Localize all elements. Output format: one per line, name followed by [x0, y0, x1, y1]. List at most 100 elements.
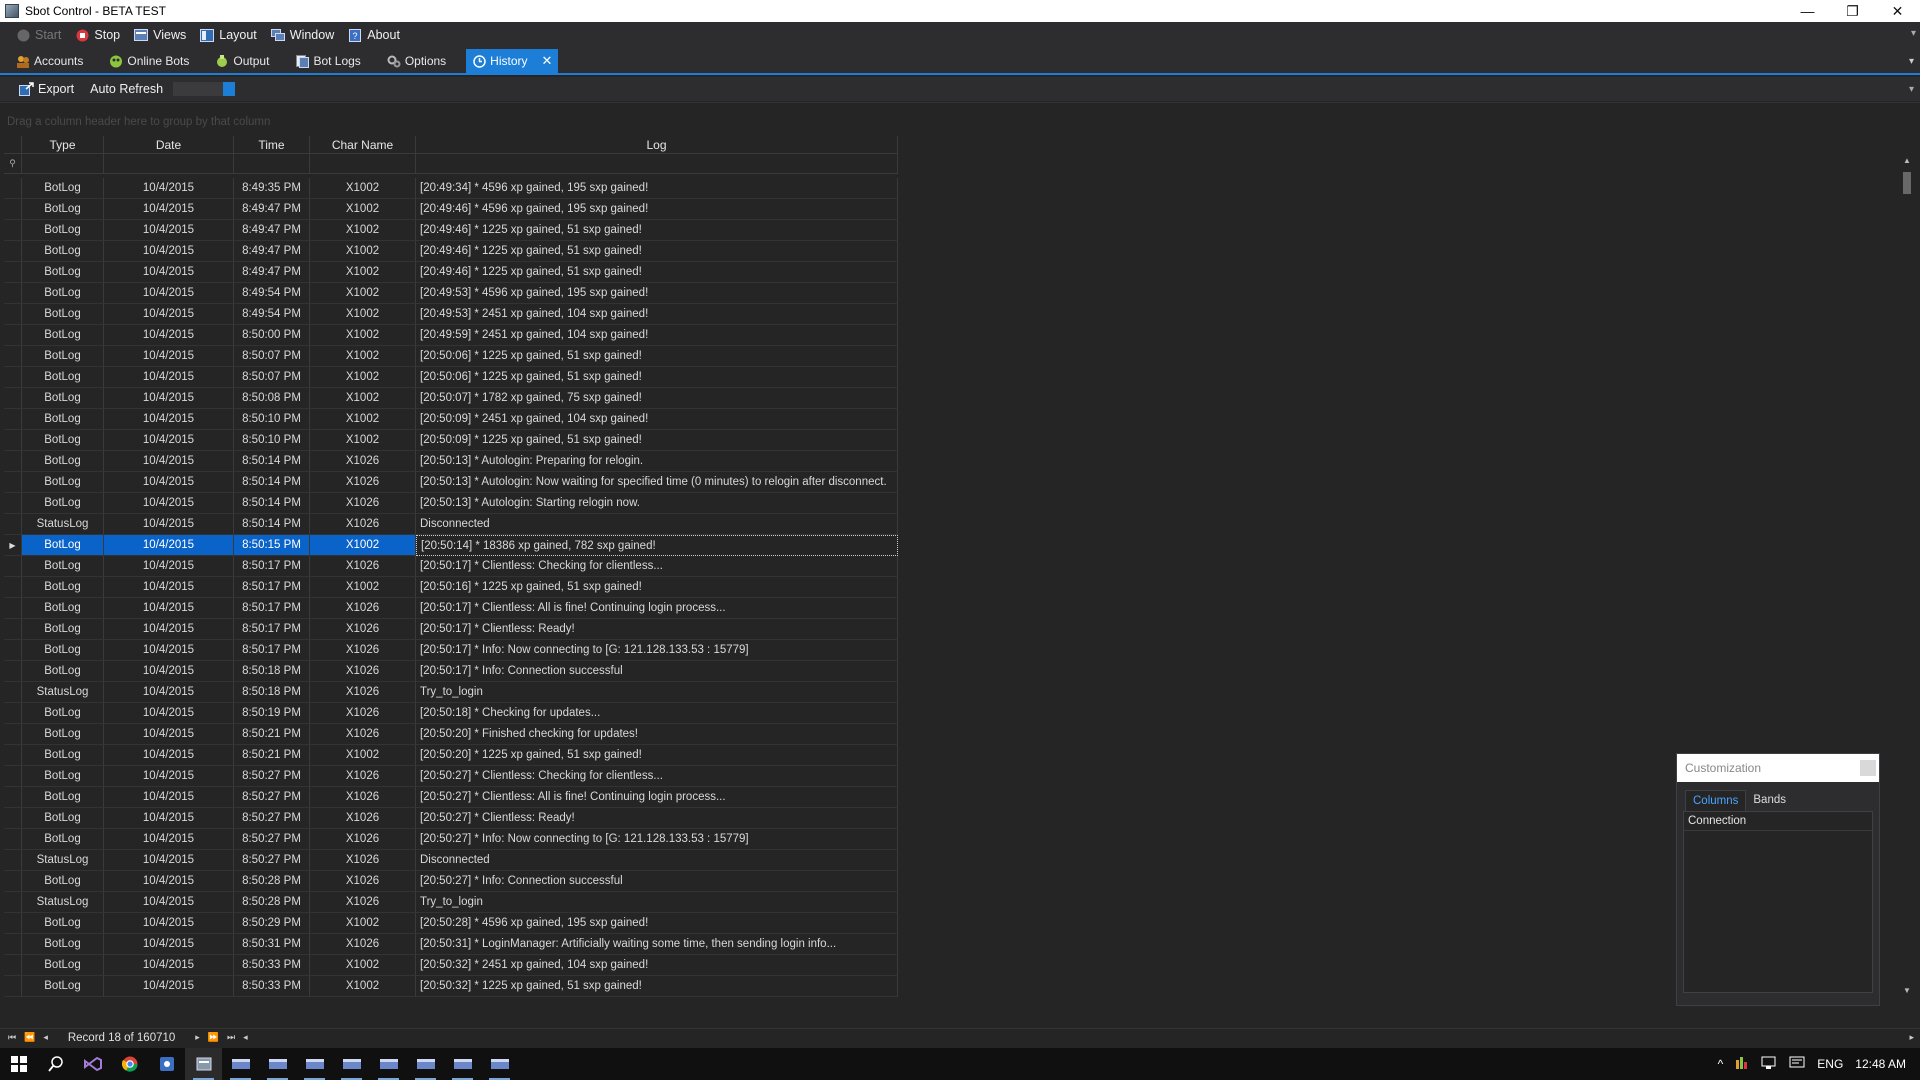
cell-date[interactable]: 10/4/2015 — [104, 808, 234, 829]
cell-char-name[interactable]: X1002 — [310, 283, 416, 304]
table-row[interactable]: BotLog 10/4/2015 8:50:21 PM X1002 [20:50:20]… — [4, 745, 898, 766]
cell-time[interactable]: 8:50:21 PM — [234, 724, 310, 745]
prev-page-icon[interactable]: ⏪ — [24, 1032, 35, 1043]
cell-type[interactable]: BotLog — [22, 325, 104, 346]
cell-time[interactable]: 8:49:35 PM — [234, 178, 310, 199]
table-row[interactable]: BotLog 10/4/2015 8:49:47 PM X1002 [20:49:46]… — [4, 199, 898, 220]
cell-type[interactable]: StatusLog — [22, 682, 104, 703]
cell-char-name[interactable]: X1026 — [310, 619, 416, 640]
cell-date[interactable]: 10/4/2015 — [104, 178, 234, 199]
cell-date[interactable]: 10/4/2015 — [104, 850, 234, 871]
column-header-char-name[interactable]: Char Name — [310, 136, 416, 154]
cell-log[interactable]: Try_to_login — [416, 682, 898, 703]
table-row[interactable]: StatusLog 10/4/2015 8:50:27 PM X1026 Disconn… — [4, 850, 898, 871]
table-row[interactable]: BotLog 10/4/2015 8:50:17 PM X1002 [20:50:16]… — [4, 577, 898, 598]
cell-date[interactable]: 10/4/2015 — [104, 745, 234, 766]
cell-char-name[interactable]: X1002 — [310, 388, 416, 409]
tray-expand-icon[interactable]: ^ — [1718, 1057, 1724, 1071]
cell-char-name[interactable]: X1026 — [310, 829, 416, 850]
notifications-icon[interactable] — [1789, 1056, 1805, 1073]
restore-button[interactable]: ❐ — [1830, 0, 1875, 22]
table-row[interactable]: BotLog 10/4/2015 8:50:14 PM X1026 [20:50:13]… — [4, 472, 898, 493]
table-row[interactable]: BotLog 10/4/2015 8:49:47 PM X1002 [20:49:46]… — [4, 220, 898, 241]
table-row[interactable]: ▶ BotLog 10/4/2015 8:50:15 PM X1002 [20:50:14… — [4, 535, 898, 556]
cell-type[interactable]: BotLog — [22, 451, 104, 472]
row-indicator[interactable] — [4, 472, 22, 493]
column-header-date[interactable]: Date — [104, 136, 234, 154]
table-row[interactable]: BotLog 10/4/2015 8:50:21 PM X1026 [20:50:20]… — [4, 724, 898, 745]
cell-time[interactable]: 8:50:07 PM — [234, 346, 310, 367]
table-row[interactable]: BotLog 10/4/2015 8:50:29 PM X1002 [20:50:28]… — [4, 913, 898, 934]
cell-log[interactable]: [20:49:59] * 2451 xp gained, 104 sxp gai… — [416, 325, 898, 346]
toolbar-overflow-icon[interactable]: ▾ — [1909, 84, 1914, 95]
menu-overflow-icon[interactable]: ▾ — [1911, 28, 1916, 39]
cell-char-name[interactable]: X1002 — [310, 976, 416, 997]
hscroll-left-icon[interactable]: ◂ — [243, 1032, 248, 1043]
cell-time[interactable]: 8:50:27 PM — [234, 829, 310, 850]
cell-date[interactable]: 10/4/2015 — [104, 262, 234, 283]
row-indicator[interactable] — [4, 346, 22, 367]
cell-time[interactable]: 8:50:28 PM — [234, 871, 310, 892]
cell-log[interactable]: [20:50:06] * 1225 xp gained, 51 sxp gain… — [416, 346, 898, 367]
cell-time[interactable]: 8:50:17 PM — [234, 619, 310, 640]
row-indicator[interactable] — [4, 325, 22, 346]
cell-type[interactable]: BotLog — [22, 367, 104, 388]
cell-log[interactable]: [20:50:27] * Clientless: All is fine! Co… — [416, 787, 898, 808]
row-indicator[interactable] — [4, 913, 22, 934]
table-row[interactable]: BotLog 10/4/2015 8:50:17 PM X1026 [20:50:17]… — [4, 556, 898, 577]
table-row[interactable]: BotLog 10/4/2015 8:50:10 PM X1002 [20:50:09]… — [4, 430, 898, 451]
cell-type[interactable]: StatusLog — [22, 892, 104, 913]
cell-type[interactable]: BotLog — [22, 871, 104, 892]
customization-tab-columns[interactable]: Columns — [1685, 790, 1747, 811]
sbot-taskbar-6[interactable] — [407, 1048, 444, 1080]
table-row[interactable]: BotLog 10/4/2015 8:50:07 PM X1002 [20:50:06]… — [4, 367, 898, 388]
table-row[interactable]: BotLog 10/4/2015 8:49:35 PM X1002 [20:49:34]… — [4, 178, 898, 199]
cell-time[interactable]: 8:50:07 PM — [234, 367, 310, 388]
menu-layout[interactable]: Layout — [200, 28, 257, 42]
row-indicator[interactable] — [4, 934, 22, 955]
tab-options[interactable]: Options — [381, 49, 458, 73]
cell-log[interactable]: [20:50:32] * 2451 xp gained, 104 sxp gai… — [416, 955, 898, 976]
start-menu-button[interactable] — [0, 1048, 37, 1080]
cell-char-name[interactable]: X1026 — [310, 892, 416, 913]
cell-log[interactable]: [20:50:17] * Info: Connection successful — [416, 661, 898, 682]
cell-log[interactable]: [20:50:27] * Info: Connection successful — [416, 871, 898, 892]
menu-about[interactable]: ? About — [348, 28, 400, 42]
cell-time[interactable]: 8:50:31 PM — [234, 934, 310, 955]
cell-date[interactable]: 10/4/2015 — [104, 220, 234, 241]
tab-history[interactable]: History ✕ — [466, 49, 559, 73]
row-indicator[interactable] — [4, 871, 22, 892]
cell-date[interactable]: 10/4/2015 — [104, 325, 234, 346]
cell-type[interactable]: BotLog — [22, 493, 104, 514]
cell-type[interactable]: BotLog — [22, 535, 104, 556]
cell-time[interactable]: 8:50:29 PM — [234, 913, 310, 934]
scroll-down-icon[interactable]: ▼ — [1900, 986, 1914, 998]
cell-char-name[interactable]: X1026 — [310, 472, 416, 493]
table-row[interactable]: StatusLog 10/4/2015 8:50:18 PM X1026 Try_to_… — [4, 682, 898, 703]
last-record-icon[interactable]: ⏭ — [227, 1032, 235, 1043]
cell-date[interactable]: 10/4/2015 — [104, 556, 234, 577]
cell-log[interactable]: [20:50:27] * Clientless: Checking for cl… — [416, 766, 898, 787]
cell-type[interactable]: BotLog — [22, 766, 104, 787]
cell-type[interactable]: BotLog — [22, 661, 104, 682]
group-by-panel[interactable]: Drag a column header here to group by th… — [0, 102, 1920, 136]
app-taskbar-1[interactable] — [148, 1048, 185, 1080]
cell-char-name[interactable]: X1026 — [310, 514, 416, 535]
cell-type[interactable]: BotLog — [22, 745, 104, 766]
cell-char-name[interactable]: X1002 — [310, 199, 416, 220]
cell-log[interactable]: [20:50:27] * Clientless: Ready! — [416, 808, 898, 829]
row-indicator[interactable] — [4, 367, 22, 388]
cell-date[interactable]: 10/4/2015 — [104, 787, 234, 808]
tab-overflow-icon[interactable]: ▾ — [1909, 56, 1914, 67]
cell-type[interactable]: BotLog — [22, 199, 104, 220]
cell-char-name[interactable]: X1026 — [310, 556, 416, 577]
cell-time[interactable]: 8:50:28 PM — [234, 892, 310, 913]
cell-date[interactable]: 10/4/2015 — [104, 199, 234, 220]
cell-char-name[interactable]: X1002 — [310, 577, 416, 598]
row-indicator[interactable] — [4, 703, 22, 724]
cell-time[interactable]: 8:49:54 PM — [234, 304, 310, 325]
menu-window[interactable]: Window — [270, 28, 334, 42]
table-row[interactable]: BotLog 10/4/2015 8:49:47 PM X1002 [20:49:46]… — [4, 262, 898, 283]
row-indicator[interactable] — [4, 577, 22, 598]
cell-type[interactable]: BotLog — [22, 283, 104, 304]
